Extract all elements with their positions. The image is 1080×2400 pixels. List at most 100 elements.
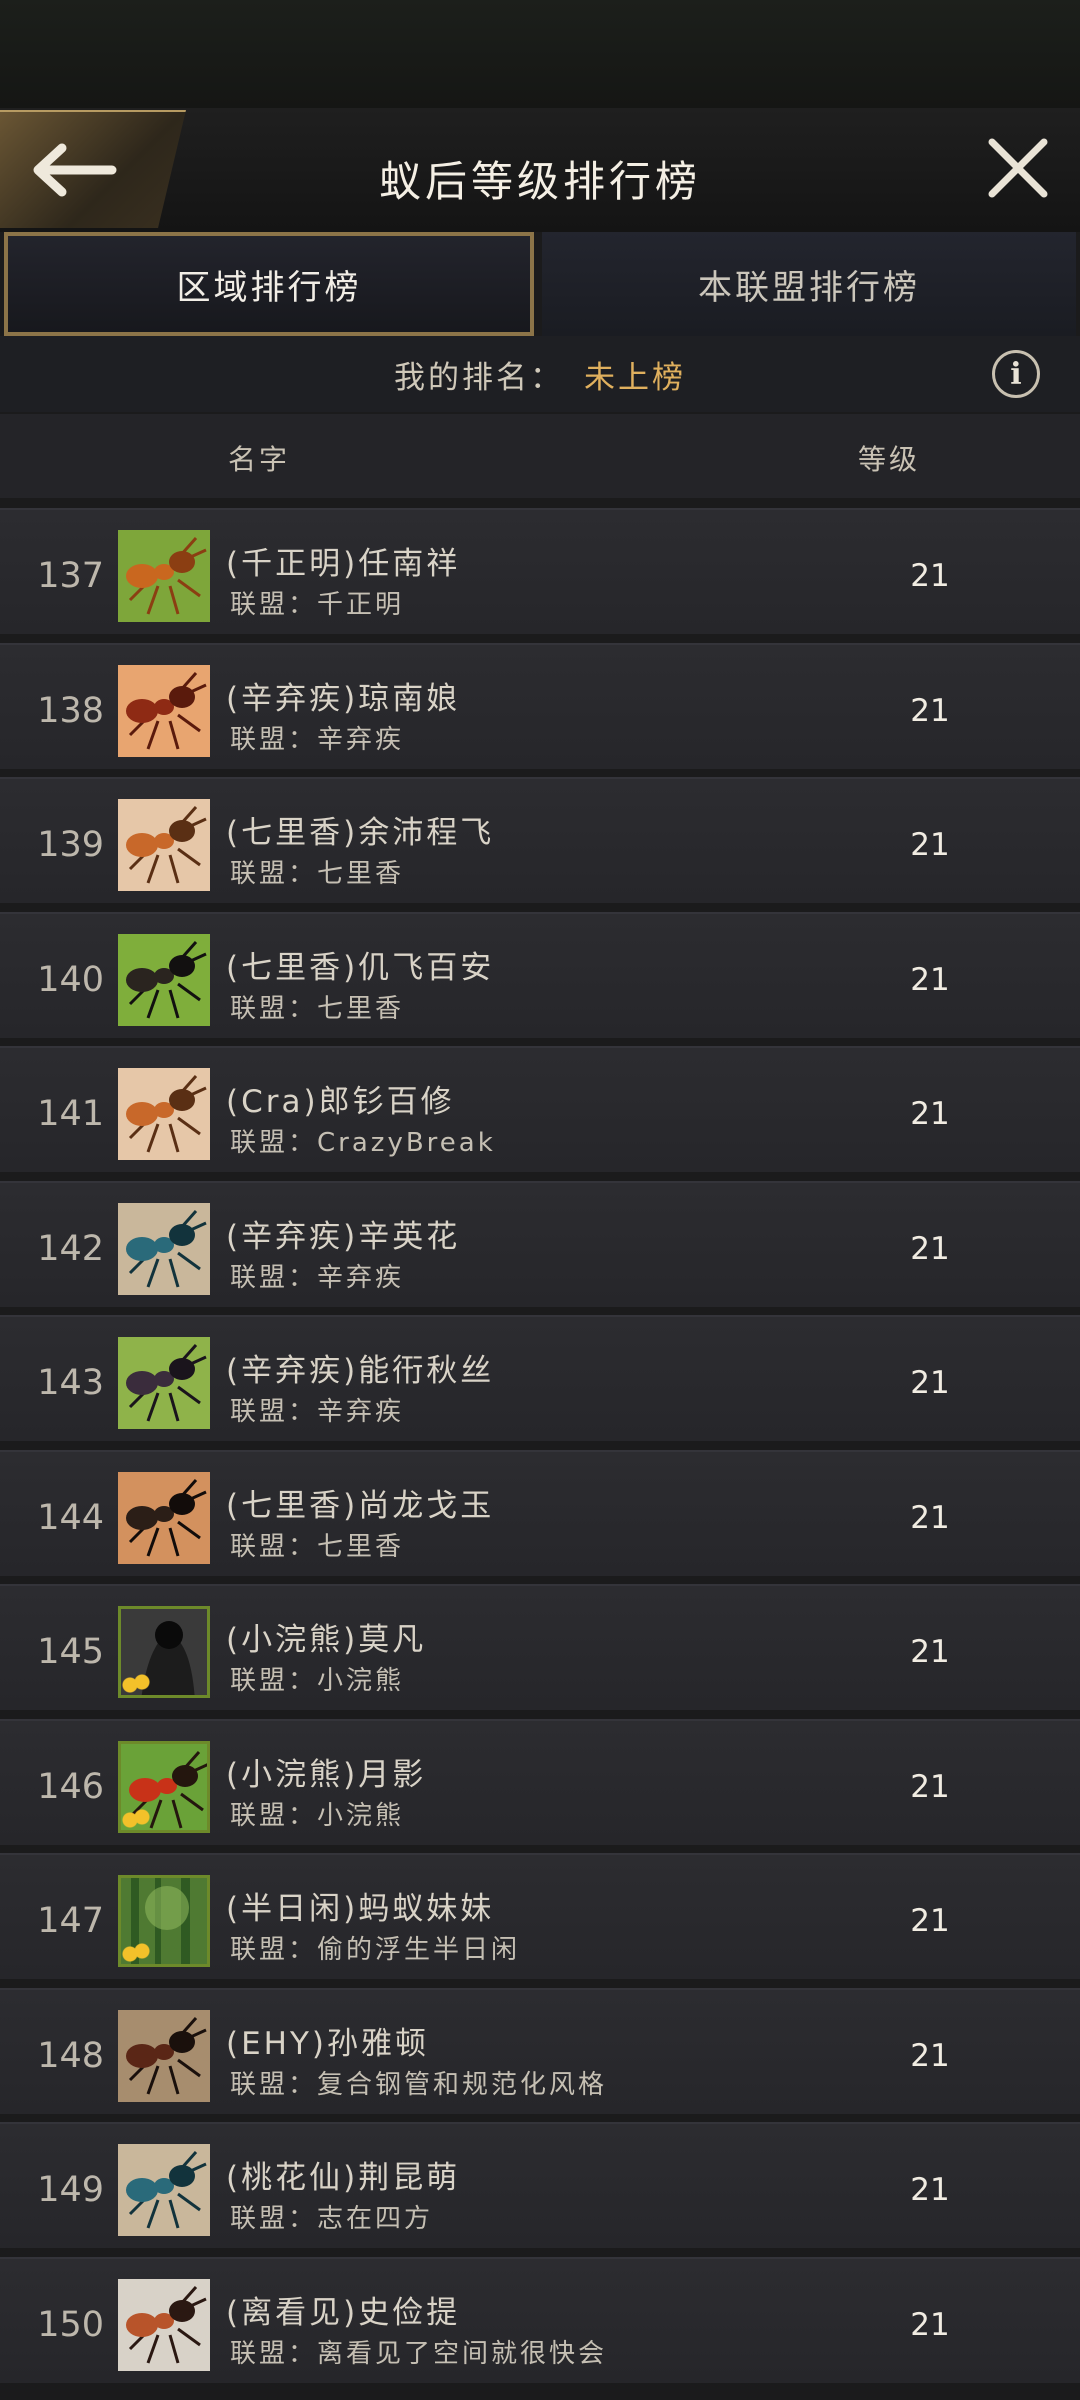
table-row[interactable]: 149 (桃花仙)荆昆萌 联盟：志在四方 21 bbox=[0, 2122, 1080, 2248]
rank-number: 141 bbox=[37, 1094, 104, 1134]
avatar[interactable] bbox=[118, 1740, 210, 1833]
alliance-prefix: 联盟： bbox=[230, 1397, 318, 1427]
tab-region-ranking[interactable]: 区域排行榜 bbox=[4, 232, 534, 336]
player-level: 21 bbox=[910, 827, 950, 863]
info-icon[interactable]: i bbox=[992, 350, 1040, 398]
player-name: (Cra)郎钐百修 bbox=[226, 1084, 455, 1120]
alliance-name: 小浣熊 bbox=[317, 1666, 405, 1696]
avatar[interactable] bbox=[118, 664, 210, 757]
my-rank-value: 未上榜 bbox=[584, 359, 686, 396]
info-glyph: i bbox=[1010, 356, 1022, 392]
player-name: (半日闲)蚂蚁妹妹 bbox=[226, 1891, 495, 1927]
table-row[interactable]: 142 (辛弃疾)辛英花 联盟：辛弃疾 21 bbox=[0, 1180, 1080, 1307]
my-rank-bar: 我的排名： 未上榜 i bbox=[0, 336, 1080, 412]
my-rank-label: 我的排名： bbox=[394, 359, 564, 396]
alliance-prefix: 联盟： bbox=[230, 859, 318, 889]
tab-label: 区域排行榜 bbox=[176, 267, 362, 308]
rank-number: 145 bbox=[37, 1632, 104, 1672]
player-alliance: 联盟：辛弃疾 bbox=[230, 1257, 404, 1294]
avatar[interactable] bbox=[118, 1471, 210, 1564]
player-level: 21 bbox=[910, 692, 950, 729]
player-alliance: 联盟：七里香 bbox=[230, 988, 404, 1025]
alliance-name: 小浣熊 bbox=[317, 1800, 405, 1831]
avatar[interactable] bbox=[118, 1337, 210, 1429]
player-level: 21 bbox=[910, 2037, 950, 2074]
player-level: 21 bbox=[910, 1230, 950, 1267]
ranking-list[interactable]: 137 (千正明)任南祥 联盟：千正明 21 138 (辛弃疾)琼南娘 联盟：辛弃疾 21 13… bbox=[0, 508, 1080, 2391]
avatar[interactable] bbox=[118, 1606, 210, 1698]
player-level: 21 bbox=[910, 961, 950, 998]
status-bar-area bbox=[0, 0, 1080, 108]
tab-alliance-ranking[interactable]: 本联盟排行榜 bbox=[542, 232, 1076, 336]
alliance-name: 辛弃疾 bbox=[317, 1397, 405, 1427]
table-row[interactable]: 140 (七里香)仉飞百安 联盟：七里香 21 bbox=[0, 911, 1080, 1038]
player-alliance: 联盟：小浣熊 bbox=[230, 1795, 404, 1832]
alliance-prefix: 联盟： bbox=[230, 1800, 318, 1831]
alliance-name: 复合钢管和规范化风格 bbox=[317, 2069, 608, 2100]
player-alliance: 联盟：复合钢管和规范化风格 bbox=[230, 2064, 607, 2101]
player-name: (离看见)史俭提 bbox=[226, 2294, 461, 2331]
close-button[interactable] bbox=[986, 136, 1050, 200]
alliance-prefix: 联盟： bbox=[230, 1666, 318, 1696]
player-alliance: 联盟：辛弃疾 bbox=[230, 719, 404, 756]
table-row[interactable]: 145 (小浣熊)莫凡 联盟：小浣熊 21 bbox=[0, 1584, 1080, 1710]
alliance-prefix: 联盟： bbox=[230, 2338, 318, 2369]
alliance-prefix: 联盟： bbox=[230, 2204, 318, 2234]
avatar[interactable] bbox=[118, 933, 210, 1026]
player-level: 21 bbox=[910, 1768, 950, 1805]
tab-bar: 区域排行榜 本联盟排行榜 bbox=[0, 232, 1080, 336]
alliance-name: 离看见了空间就很快会 bbox=[317, 2338, 608, 2369]
alliance-name: 辛弃疾 bbox=[317, 724, 405, 755]
avatar[interactable] bbox=[118, 1875, 210, 1967]
player-alliance: 联盟：偷的浮生半日闲 bbox=[230, 1929, 520, 1966]
alliance-name: 七里香 bbox=[317, 1531, 405, 1562]
rank-number: 143 bbox=[37, 1363, 104, 1403]
player-level: 21 bbox=[910, 2306, 950, 2343]
table-row[interactable]: 143 (辛弃疾)能衎秋丝 联盟：辛弃疾 21 bbox=[0, 1315, 1080, 1441]
close-icon bbox=[988, 138, 1048, 198]
player-name: (小浣熊)月影 bbox=[226, 1756, 427, 1793]
avatar[interactable] bbox=[118, 2278, 210, 2371]
table-row[interactable]: 141 (Cra)郎钐百修 联盟：CrazyBreak 21 bbox=[0, 1046, 1080, 1172]
rank-number: 148 bbox=[37, 2035, 104, 2076]
table-row[interactable]: 144 (七里香)尚龙戈玉 联盟：七里香 21 bbox=[0, 1449, 1080, 1576]
alliance-name: CrazyBreak bbox=[317, 1128, 496, 1158]
alliance-prefix: 联盟： bbox=[230, 1531, 318, 1562]
alliance-name: 偷的浮生半日闲 bbox=[317, 1935, 521, 1965]
player-name: (桃花仙)荆昆萌 bbox=[226, 2160, 461, 2196]
avatar[interactable] bbox=[118, 530, 210, 622]
rank-number: 150 bbox=[37, 2304, 104, 2345]
player-alliance: 联盟：千正明 bbox=[230, 584, 404, 621]
table-row[interactable]: 138 (辛弃疾)琼南娘 联盟：辛弃疾 21 bbox=[0, 642, 1080, 769]
player-alliance: 联盟：辛弃疾 bbox=[230, 1391, 404, 1428]
player-alliance: 联盟：离看见了空间就很快会 bbox=[230, 2333, 607, 2370]
table-row[interactable]: 147 (半日闲)蚂蚁妹妹 联盟：偷的浮生半日闲 21 bbox=[0, 1853, 1080, 1979]
player-name: (EHY)孙雅顿 bbox=[226, 2025, 430, 2062]
table-row[interactable]: 146 (小浣熊)月影 联盟：小浣熊 21 bbox=[0, 1718, 1080, 1845]
alliance-prefix: 联盟： bbox=[230, 590, 318, 620]
avatar[interactable] bbox=[118, 1202, 210, 1295]
alliance-prefix: 联盟： bbox=[230, 1262, 318, 1293]
alliance-name: 志在四方 bbox=[317, 2204, 434, 2234]
player-name: (辛弃疾)辛英花 bbox=[226, 1218, 461, 1255]
player-name: (千正明)任南祥 bbox=[226, 546, 461, 582]
table-row[interactable]: 137 (千正明)任南祥 联盟：千正明 21 bbox=[0, 508, 1080, 634]
player-name: (七里香)余沛程飞 bbox=[226, 815, 495, 851]
avatar[interactable] bbox=[118, 1068, 210, 1160]
alliance-name: 七里香 bbox=[317, 993, 405, 1024]
alliance-name: 千正明 bbox=[317, 590, 405, 620]
alliance-name: 辛弃疾 bbox=[317, 1262, 405, 1293]
avatar[interactable] bbox=[118, 2009, 210, 2102]
table-row[interactable]: 148 (EHY)孙雅顿 联盟：复合钢管和规范化风格 21 bbox=[0, 1987, 1080, 2114]
header: 蚁后等级排行榜 bbox=[0, 108, 1080, 232]
player-level: 21 bbox=[910, 1499, 950, 1536]
rank-number: 144 bbox=[37, 1497, 104, 1538]
avatar[interactable] bbox=[118, 2144, 210, 2236]
avatar[interactable] bbox=[118, 799, 210, 891]
table-row[interactable]: 150 (离看见)史俭提 联盟：离看见了空间就很快会 21 bbox=[0, 2256, 1080, 2383]
player-alliance: 联盟：七里香 bbox=[230, 1526, 404, 1563]
player-alliance: 联盟：CrazyBreak bbox=[230, 1122, 496, 1159]
player-alliance: 联盟：志在四方 bbox=[230, 2198, 433, 2235]
table-row[interactable]: 139 (七里香)余沛程飞 联盟：七里香 21 bbox=[0, 777, 1080, 903]
rank-number: 147 bbox=[37, 1901, 104, 1941]
